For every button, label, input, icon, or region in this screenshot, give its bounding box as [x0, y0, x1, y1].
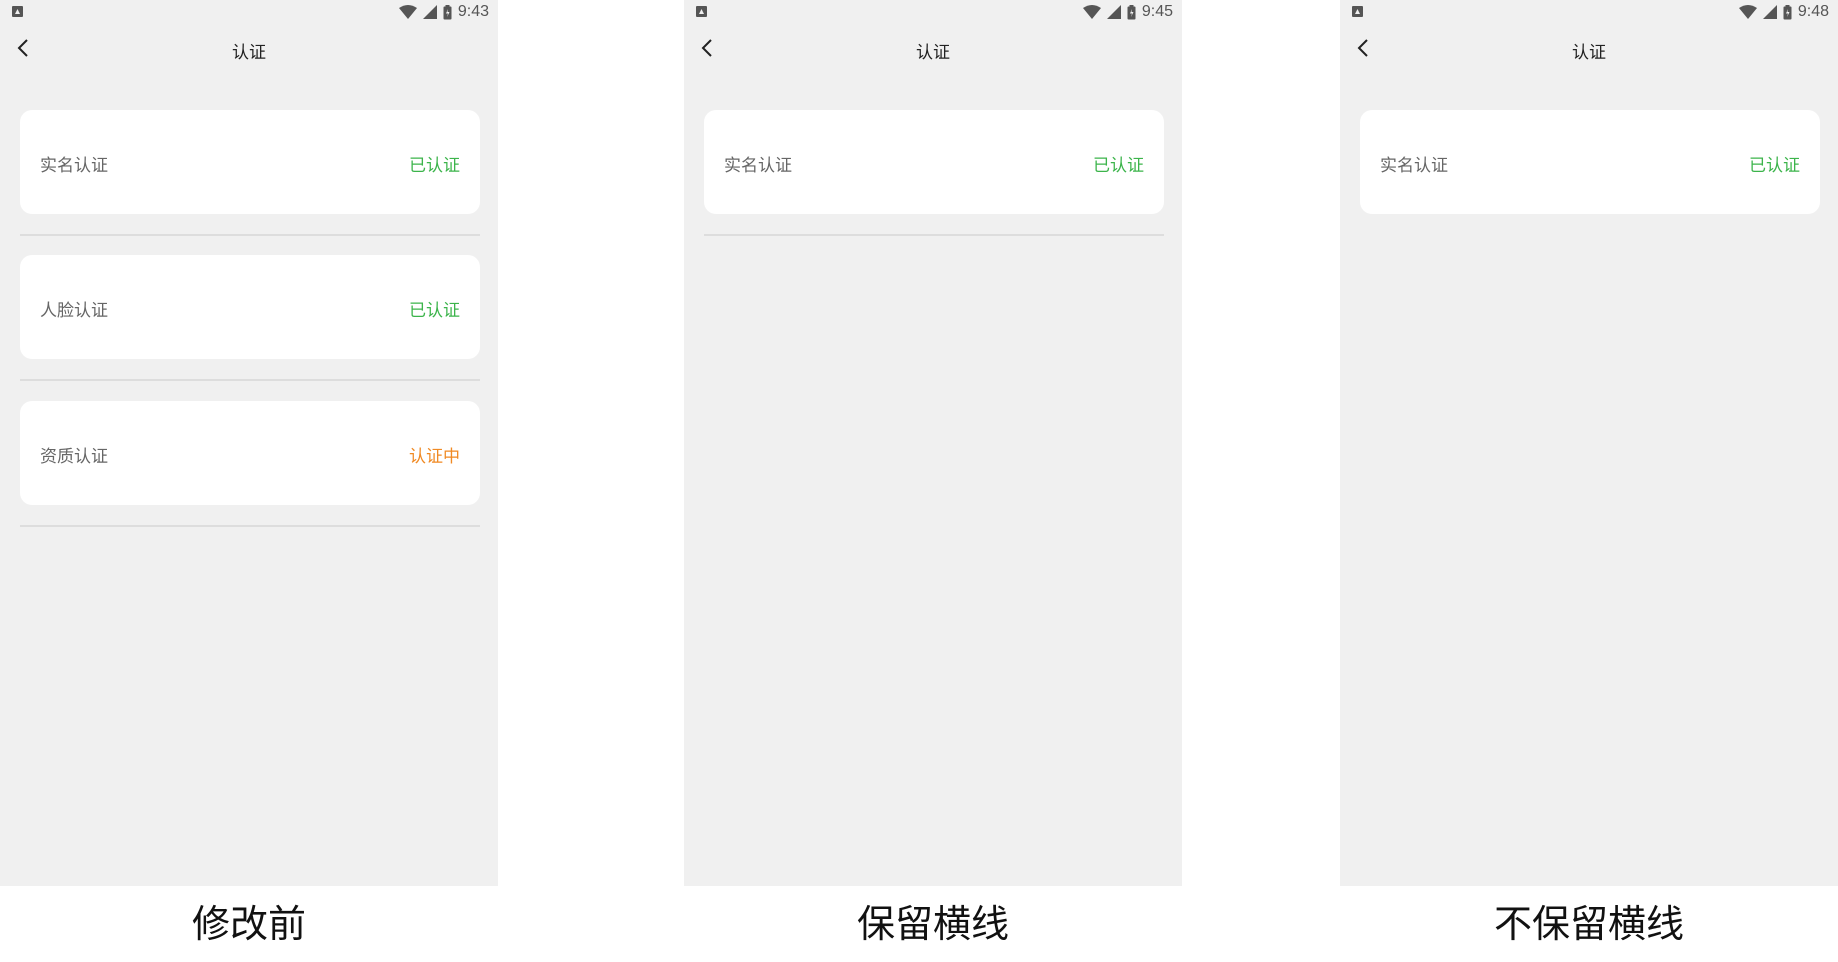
- auth-card-real-name[interactable]: 实名认证 已认证: [20, 110, 480, 214]
- page-title: 认证: [916, 43, 950, 63]
- wifi-icon: [1738, 5, 1757, 19]
- wifi-icon: [398, 5, 417, 19]
- screenshot-panel-keep-line: 9:45 认证 实名认证 已认证 保留横线: [684, 0, 1182, 962]
- phone-screen: 9:48 认证 实名认证 已认证: [1340, 0, 1838, 886]
- status-time: 9:43: [457, 3, 489, 20]
- card-label: 实名认证: [724, 156, 792, 176]
- nav-bar: 认证: [1340, 24, 1838, 72]
- battery-icon: [1127, 4, 1136, 19]
- panel-caption: 不保留横线: [1493, 902, 1684, 946]
- divider-line: [20, 525, 480, 527]
- notification-icon: [12, 6, 23, 17]
- screenshot-panel-before: 9:43 认证 实名认证 已认证 人脸认证 已认证 资质认证 认证中 修改前: [0, 0, 498, 962]
- phone-screen: 9:45 认证 实名认证 已认证: [684, 0, 1182, 886]
- battery-icon: [1783, 4, 1792, 19]
- status-label: 已认证: [1749, 156, 1800, 176]
- divider-line: [20, 379, 480, 381]
- signal-icon: [1762, 5, 1777, 19]
- status-label: 已认证: [409, 156, 460, 176]
- status-time: 9:48: [1797, 3, 1829, 20]
- card-label: 实名认证: [1380, 156, 1448, 176]
- phone-screen: 9:43 认证 实名认证 已认证 人脸认证 已认证 资质认证 认证中: [0, 0, 498, 886]
- battery-icon: [443, 4, 452, 19]
- card-label: 人脸认证: [40, 301, 108, 321]
- signal-icon: [1106, 5, 1121, 19]
- status-bar: 9:48: [1340, 0, 1838, 24]
- screenshot-panel-no-line: 9:48 认证 实名认证 已认证 不保留横线: [1340, 0, 1838, 962]
- page-title: 认证: [1572, 43, 1606, 63]
- notification-icon: [1352, 6, 1363, 17]
- auth-card-face[interactable]: 人脸认证 已认证: [20, 255, 480, 359]
- card-label: 资质认证: [40, 447, 108, 467]
- divider-line: [704, 234, 1164, 236]
- status-label: 已认证: [1093, 156, 1144, 176]
- nav-bar: 认证: [0, 24, 498, 72]
- panel-caption: 保留横线: [856, 902, 1009, 946]
- panel-caption: 修改前: [191, 902, 306, 946]
- nav-bar: 认证: [684, 24, 1182, 72]
- auth-card-real-name[interactable]: 实名认证 已认证: [1360, 110, 1820, 214]
- auth-card-qualification[interactable]: 资质认证 认证中: [20, 401, 480, 505]
- page-title: 认证: [232, 43, 266, 63]
- status-label: 认证中: [409, 447, 460, 467]
- divider-line: [20, 234, 480, 236]
- wifi-icon: [1082, 5, 1101, 19]
- status-bar: 9:43: [0, 0, 498, 24]
- status-time: 9:45: [1141, 3, 1173, 20]
- notification-icon: [696, 6, 707, 17]
- auth-card-real-name[interactable]: 实名认证 已认证: [704, 110, 1164, 214]
- signal-icon: [422, 5, 437, 19]
- card-label: 实名认证: [40, 156, 108, 176]
- status-label: 已认证: [409, 301, 460, 321]
- status-bar: 9:45: [684, 0, 1182, 24]
